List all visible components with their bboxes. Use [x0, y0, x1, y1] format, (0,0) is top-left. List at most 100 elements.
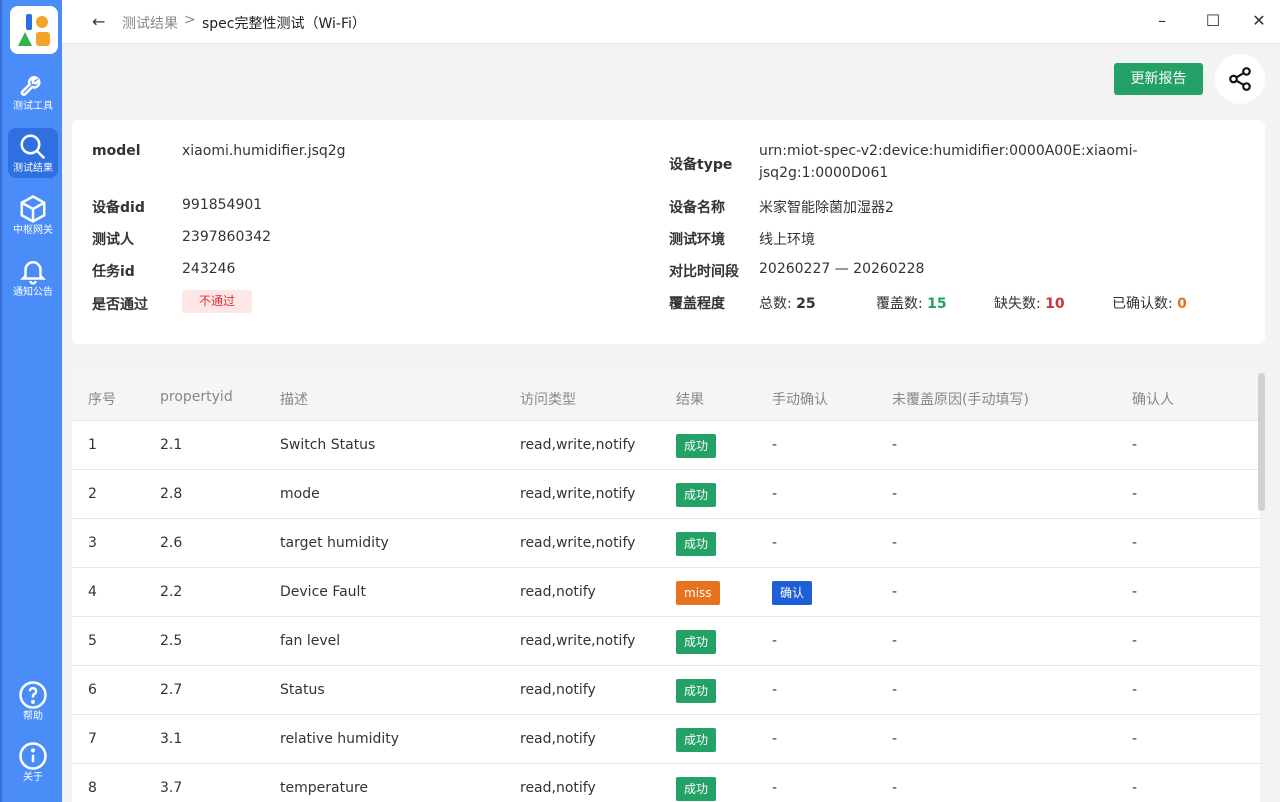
cell-confirmer: - [1132, 633, 1138, 649]
tester-value: 2397860342 [182, 229, 272, 245]
cell-confirmer: - [1132, 437, 1138, 453]
column-header: 确认人 [1132, 392, 1174, 408]
missing-count: 缺失数: 10 [994, 293, 1065, 313]
sidebar-item-label: 测试结果 [13, 163, 53, 174]
cell-manual-confirm: - [772, 780, 778, 796]
bell-icon [19, 261, 47, 285]
cell-access-type: read,notify [520, 682, 596, 698]
breadcrumb-separator: > [184, 12, 196, 28]
cell-access-type: read,notify [520, 731, 596, 747]
cell-access-type: read,write,notify [520, 437, 636, 453]
cell-reason: - [892, 682, 898, 698]
sidebar-item-gateway[interactable]: 中枢网关 [8, 190, 58, 240]
table-row: 4 2.2 Device Fault read,notify miss 确认 -… [72, 568, 1260, 617]
cell-reason: - [892, 584, 898, 600]
sidebar-item-help[interactable]: 帮助 [8, 676, 58, 726]
model-value: xiaomi.humidifier.jsq2g [182, 143, 346, 159]
maximize-icon[interactable]: ☐ [1203, 10, 1223, 32]
table-row: 2 2.8 mode read,write,notify 成功 - - - [72, 470, 1260, 519]
confirmed-label: 已确认数: [1112, 296, 1173, 312]
cell-access-type: read,write,notify [520, 633, 636, 649]
sidebar-item-label: 关于 [23, 772, 43, 783]
result-badge: 成功 [676, 679, 717, 703]
table-row: 5 2.5 fan level read,write,notify 成功 - -… [72, 617, 1260, 666]
sidebar-item-about[interactable]: 关于 [8, 737, 58, 787]
covered-label: 覆盖数: [876, 296, 923, 312]
confirm-button[interactable]: 确认 [772, 581, 813, 605]
sidebar-item-label: 帮助 [23, 711, 43, 722]
cell-confirmer: - [1132, 731, 1138, 747]
did-label: 设备did [92, 200, 145, 216]
result-badge: 成功 [676, 434, 717, 458]
result-badge: 成功 [676, 483, 717, 507]
share-icon [1229, 67, 1251, 91]
minimize-icon[interactable]: – [1152, 10, 1172, 32]
cell-no: 4 [88, 584, 97, 600]
sidebar-item-test-tools[interactable]: 测试工具 [8, 66, 58, 116]
back-arrow-icon[interactable]: ← [92, 12, 105, 31]
missing-value: 10 [1045, 296, 1065, 312]
column-header: 序号 [88, 392, 116, 408]
cell-description: Status [280, 682, 325, 698]
table-scrollbar[interactable] [1258, 373, 1265, 511]
cell-reason: - [892, 535, 898, 551]
table-row: 7 3.1 relative humidity read,notify 成功 -… [72, 715, 1260, 764]
sidebar-item-test-results[interactable]: 测试结果 [8, 128, 58, 178]
coverage-label: 覆盖程度 [669, 296, 725, 312]
column-header: 未覆盖原因(手动填写) [892, 392, 1029, 408]
result-badge: 成功 [676, 777, 717, 801]
cell-description: Device Fault [280, 584, 366, 600]
cell-propertyid: 2.7 [160, 682, 183, 698]
results-table: 序号 propertyid 描述 访问类型 结果 手动确认 未覆盖原因(手动填写… [72, 373, 1260, 802]
close-icon[interactable]: ✕ [1249, 10, 1269, 32]
device-info-card: model xiaomi.humidifier.jsq2g 设备did 9918… [72, 120, 1265, 344]
total-label: 总数: [759, 296, 792, 312]
did-value: 991854901 [182, 197, 263, 213]
share-button[interactable] [1215, 54, 1265, 104]
cell-propertyid: 2.1 [160, 437, 183, 453]
env-label: 测试环境 [669, 232, 725, 248]
update-report-button[interactable]: 更新报告 [1114, 63, 1203, 95]
compare-period-value: 20260227 — 20260228 [759, 261, 925, 277]
sidebar-item-label: 中枢网关 [13, 225, 53, 236]
cell-confirmer: - [1132, 584, 1138, 600]
task-label: 任务id [92, 264, 135, 280]
device-name-value: 米家智能除菌加湿器2 [759, 200, 894, 216]
cell-reason: - [892, 486, 898, 502]
help-icon [19, 681, 47, 709]
cell-propertyid: 2.5 [160, 633, 183, 649]
cell-no: 2 [88, 486, 97, 502]
cell-confirmer: - [1132, 682, 1138, 698]
missing-label: 缺失数: [994, 296, 1041, 312]
cell-no: 8 [88, 780, 97, 796]
confirmed-count: 已确认数: 0 [1112, 293, 1187, 313]
title-bar: ← 测试结果 > spec完整性测试（Wi-Fi） – ☐ ✕ [62, 0, 1280, 44]
cell-propertyid: 2.8 [160, 486, 183, 502]
tester-label: 测试人 [92, 232, 134, 248]
search-icon [20, 134, 46, 160]
result-badge: 成功 [676, 532, 717, 556]
confirmed-value: 0 [1177, 296, 1187, 312]
cell-propertyid: 3.1 [160, 731, 183, 747]
cell-description: temperature [280, 780, 368, 796]
cell-no: 7 [88, 731, 97, 747]
cell-reason: - [892, 731, 898, 747]
cube-icon [20, 195, 46, 223]
cell-manual-confirm: - [772, 633, 778, 649]
covered-value: 15 [927, 296, 947, 312]
cell-confirmer: - [1132, 535, 1138, 551]
breadcrumb-parent[interactable]: 测试结果 [122, 13, 178, 33]
sidebar-item-notice[interactable]: 通知公告 [8, 252, 58, 302]
compare-period-label: 对比时间段 [669, 264, 739, 280]
total-value: 25 [796, 296, 816, 312]
cell-access-type: read,write,notify [520, 535, 636, 551]
column-header: 结果 [676, 392, 704, 408]
column-header: 描述 [280, 392, 308, 408]
column-header: propertyid [160, 389, 233, 405]
cell-access-type: read,notify [520, 584, 596, 600]
cell-no: 6 [88, 682, 97, 698]
cell-manual-confirm: - [772, 731, 778, 747]
cell-access-type: read,write,notify [520, 486, 636, 502]
table-row: 3 2.6 target humidity read,write,notify … [72, 519, 1260, 568]
device-name-label: 设备名称 [669, 200, 725, 216]
